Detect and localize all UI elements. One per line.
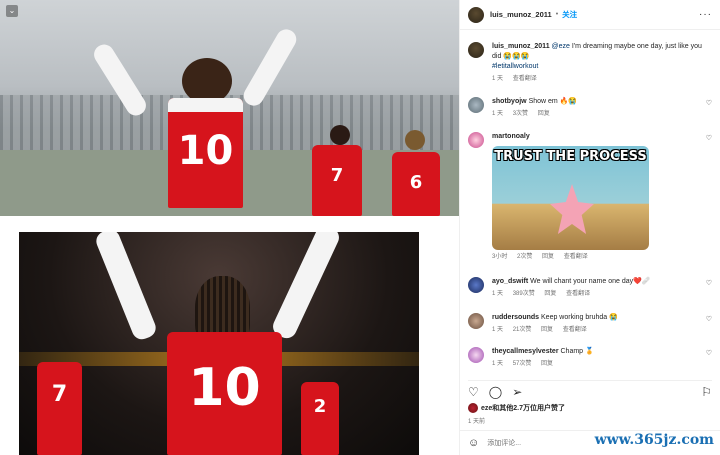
comment-text: Keep working bruhda 😭 <box>541 314 618 321</box>
comment-time: 1 天 <box>492 291 504 297</box>
comment-username[interactable]: martonoaly <box>492 133 530 140</box>
comment-text: We will chant your name one day❤️🩹 <box>530 278 651 285</box>
comment: theycallmesylvester Champ 🏅 1 天 57次赞 回复 … <box>468 347 712 369</box>
caption: luis_munoz_2011 @eze I'm dreaming maybe … <box>468 42 712 84</box>
reply-button[interactable]: 回复 <box>544 291 556 297</box>
more-icon[interactable]: ⌄ <box>6 5 18 17</box>
comment-likes[interactable]: 389次赞 <box>513 291 535 297</box>
bookmark-icon[interactable]: ⚐ <box>701 385 712 399</box>
like-comment-icon[interactable]: ♡ <box>706 279 712 287</box>
comment-icon[interactable]: ◯ <box>489 385 502 399</box>
jersey-number: 10 <box>177 128 234 174</box>
bg-jersey-2: 2 <box>301 382 339 455</box>
likes-summary[interactable]: eze和其他2.7万位用户赞了 <box>468 403 565 413</box>
translate-button[interactable]: 查看翻译 <box>563 327 587 333</box>
post-media: 10 7 6 ⌄ 10 7 2 <box>0 0 459 455</box>
bg-jersey-2: 6 <box>392 152 440 216</box>
translate-button[interactable]: 查看翻译 <box>564 254 588 260</box>
caption-time: 1 天 <box>492 76 504 82</box>
caption-mention[interactable]: @eze <box>552 43 570 50</box>
caption-hashtag[interactable]: #letitallworkout <box>492 63 538 70</box>
player-arm-left <box>93 232 159 343</box>
bg-player-head <box>330 125 350 145</box>
jersey-top: 10 <box>168 98 243 208</box>
bg-number: 6 <box>409 172 423 193</box>
bg-number: 2 <box>313 396 327 417</box>
photo-bottom: 10 7 2 <box>19 232 419 455</box>
comment-username[interactable]: ayo_dswift <box>492 278 528 285</box>
comment-likes[interactable]: 57次赞 <box>513 361 532 367</box>
comment-input[interactable]: 添加评论... <box>487 438 521 448</box>
author-username[interactable]: luis_munoz_2011 <box>490 10 552 19</box>
share-icon[interactable]: ➢ <box>512 385 522 399</box>
separator: • <box>555 11 559 18</box>
comment-username[interactable]: shotbyojw <box>492 98 527 105</box>
commenter-avatar[interactable] <box>468 313 484 329</box>
reply-button[interactable]: 回复 <box>541 361 553 367</box>
meme-caption: TRUST THE PROCESS <box>494 149 647 164</box>
reply-button[interactable]: 回复 <box>538 111 550 117</box>
comment-username[interactable]: theycallmesylvester <box>492 348 559 355</box>
comment-likes[interactable]: 3次赞 <box>513 111 528 117</box>
reply-button[interactable]: 回复 <box>541 327 553 333</box>
jersey-number: 10 <box>188 358 261 418</box>
post-header: luis_munoz_2011 • 关注 ··· <box>460 0 720 30</box>
comment-time: 1 天 <box>492 111 504 117</box>
starfish-figure <box>550 184 594 234</box>
comment-text: Show em 🔥😭 <box>528 98 578 105</box>
translate-button[interactable]: 查看翻译 <box>566 291 590 297</box>
comment-time: 1 天 <box>492 361 504 367</box>
caption-translate[interactable]: 查看翻译 <box>513 76 537 82</box>
bg-jersey-1: 7 <box>37 362 82 455</box>
post-age: 1 天前 <box>468 419 486 425</box>
comment-text: Champ 🏅 <box>560 348 594 355</box>
photo-top: 10 7 6 ⌄ <box>0 0 459 216</box>
heart-icon[interactable]: ♡ <box>468 385 479 399</box>
like-comment-icon[interactable]: ♡ <box>706 134 712 142</box>
comment: martonoaly TRUST THE PROCESS 3小时 2次赞 回复 … <box>468 132 712 262</box>
bg-jersey-1: 7 <box>312 145 362 216</box>
comment-likes[interactable]: 21次赞 <box>513 327 532 333</box>
comment-likes[interactable]: 2次赞 <box>517 254 532 260</box>
bg-player-head <box>405 130 425 150</box>
comment: ruddersounds Keep working bruhda 😭 1 天 2… <box>468 313 712 335</box>
likes-text[interactable]: eze和其他2.7万位用户赞了 <box>481 403 565 413</box>
commenter-avatar[interactable] <box>468 97 484 113</box>
caption-username[interactable]: luis_munoz_2011 <box>492 43 550 50</box>
commenter-avatar[interactable] <box>468 132 484 148</box>
comment: shotbyojw Show em 🔥😭 1 天 3次赞 回复 ♡ <box>468 97 712 119</box>
author-avatar[interactable] <box>468 42 484 58</box>
commenter-avatar[interactable] <box>468 277 484 293</box>
bg-number: 7 <box>51 382 68 407</box>
comment: ayo_dswift We will chant your name one d… <box>468 277 712 299</box>
like-comment-icon[interactable]: ♡ <box>706 349 712 357</box>
jersey-collar <box>168 98 243 112</box>
comment-username[interactable]: ruddersounds <box>492 314 539 321</box>
liker-avatar <box>468 403 478 413</box>
reply-button[interactable]: 回复 <box>542 254 554 260</box>
bg-number: 7 <box>330 165 344 186</box>
emoji-icon[interactable]: ☺ <box>468 437 479 449</box>
author-avatar[interactable] <box>468 6 484 23</box>
watermark: www.365jz.com <box>594 432 714 448</box>
player-arm-right <box>269 232 343 342</box>
like-comment-icon[interactable]: ♡ <box>706 99 712 107</box>
jersey-bottom: 10 <box>167 332 282 455</box>
commenter-avatar[interactable] <box>468 347 484 363</box>
meme-image: TRUST THE PROCESS <box>492 146 649 250</box>
comment-time: 1 天 <box>492 327 504 333</box>
post-panel: luis_munoz_2011 • 关注 ··· luis_munoz_2011… <box>459 0 720 455</box>
more-options-icon[interactable]: ··· <box>699 9 712 20</box>
comment-time: 3小时 <box>492 254 508 260</box>
follow-button[interactable]: 关注 <box>562 9 577 20</box>
like-comment-icon[interactable]: ♡ <box>706 315 712 323</box>
action-bar: ♡ ◯ ➢ ⚐ <box>468 380 712 399</box>
